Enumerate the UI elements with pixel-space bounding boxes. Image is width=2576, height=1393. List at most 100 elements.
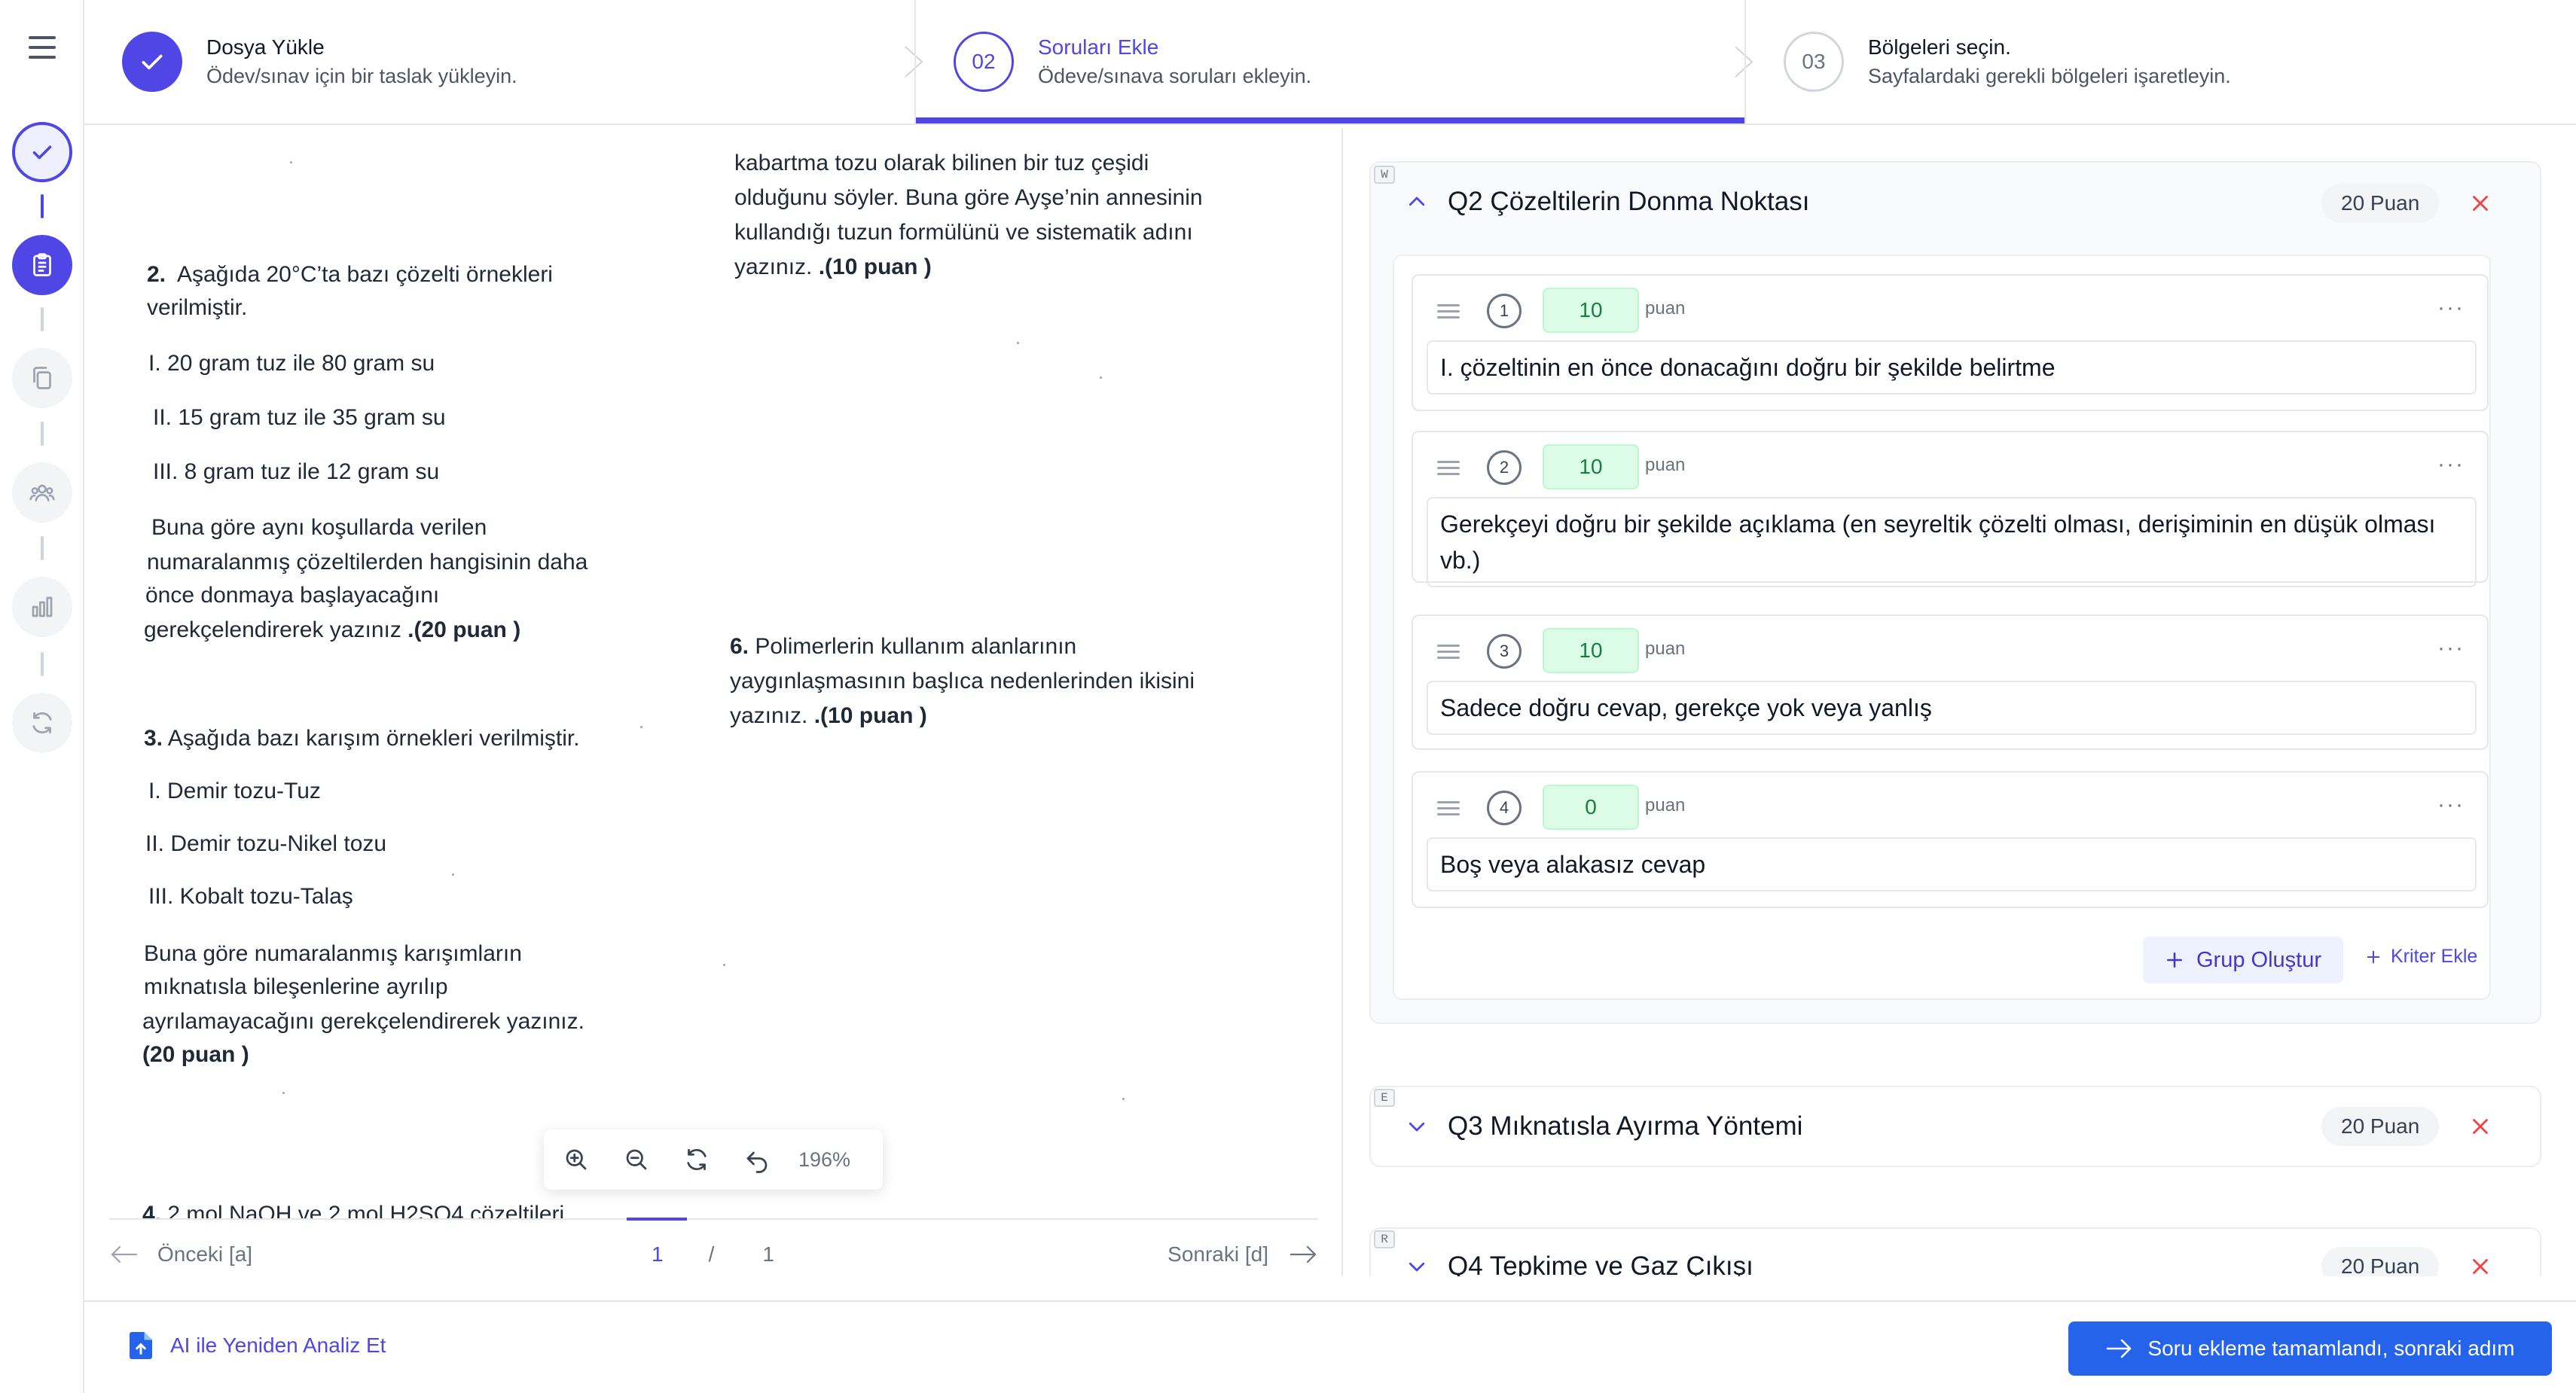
doc-text: olduğunu söyler. Buna göre Ayşe’nin anne…: [734, 185, 1203, 210]
doc-text: yazınız. .(10 puan ): [730, 703, 927, 728]
chevron-up-icon[interactable]: [1406, 191, 1428, 213]
criterion-description-input[interactable]: Boş veya alakasız cevap: [1427, 837, 2477, 892]
plus-icon: [2167, 953, 2182, 968]
zoom-out-button[interactable]: [622, 1145, 651, 1174]
close-icon[interactable]: [2468, 1254, 2493, 1276]
add-criterion-button[interactable]: Kriter Ekle: [2365, 946, 2477, 968]
arrow-right-icon: [2107, 1339, 2132, 1358]
rail-step-students[interactable]: [12, 462, 72, 523]
next-page-button[interactable]: Sonraki [d]: [1167, 1242, 1318, 1267]
criterion-number: 1: [1487, 294, 1521, 328]
step-number: 03: [1784, 32, 1844, 92]
criterion-number: 3: [1487, 634, 1521, 669]
criterion-description-input[interactable]: I. çözeltinin en önce donacağını doğru b…: [1427, 340, 2477, 395]
step-regions[interactable]: 03 Bölgeleri seçin. Sayfalardaki gerekli…: [1744, 0, 2574, 123]
rail-step-sync[interactable]: [12, 693, 72, 753]
drag-handle-icon[interactable]: [1437, 645, 1460, 659]
rail-connector: [41, 194, 44, 218]
score-unit: puan: [1645, 455, 1686, 475]
step-desc: Ödeve/sınava soruları ekleyin.: [1038, 65, 1312, 87]
rail-step-regions[interactable]: [12, 348, 72, 408]
doc-text: II. Demir tozu-Nikel tozu: [145, 831, 387, 856]
criterion-row: 1 10 puan ··· I. çözeltinin en önce dona…: [1412, 274, 2489, 411]
doc-text: kabartma tozu olarak bilinen bir tuz çeş…: [734, 151, 1149, 175]
criterion-score-input[interactable]: 10: [1543, 628, 1639, 673]
more-options-icon[interactable]: ···: [2437, 295, 2465, 321]
criterion-row: 4 0 puan ··· Boş veya alakasız cevap: [1412, 771, 2489, 908]
doc-text: III. Kobalt tozu-Talaş: [148, 884, 353, 909]
drag-handle-icon[interactable]: [1437, 304, 1460, 319]
more-options-icon[interactable]: ···: [2437, 636, 2465, 661]
question-points: 20 Puan: [2321, 184, 2440, 223]
question-tag: E: [1374, 1089, 1395, 1107]
create-group-button[interactable]: Grup Oluştur: [2143, 937, 2343, 983]
drag-handle-icon[interactable]: [1437, 801, 1460, 815]
step-title: Bölgeleri seçin.: [1868, 35, 2011, 59]
pager-divider: [109, 1218, 1318, 1220]
close-icon[interactable]: [2468, 191, 2493, 216]
step-desc: Sayfalardaki gerekli bölgeleri işaretley…: [1868, 65, 2231, 87]
doc-text: 6. Polimerlerin kullanım alanlarının: [730, 634, 1077, 659]
more-options-icon[interactable]: ···: [2437, 452, 2465, 477]
close-icon[interactable]: [2468, 1114, 2493, 1139]
rail-step-upload[interactable]: [12, 122, 72, 182]
score-unit: puan: [1645, 639, 1686, 659]
ai-reanalyze-button[interactable]: AI ile Yeniden Analiz Et: [130, 1332, 386, 1359]
zoom-out-icon: [626, 1149, 647, 1170]
current-page-number[interactable]: 1: [652, 1242, 664, 1267]
doc-text: Buna göre aynı koşullarda verilen: [151, 515, 487, 540]
zoom-in-icon: [566, 1149, 587, 1170]
question-header[interactable]: Q3 Mıknatısla Ayırma Yöntemi: [1406, 1111, 1802, 1142]
next-page-label: Sonraki [d]: [1167, 1242, 1268, 1266]
create-group-label: Grup Oluştur: [2196, 947, 2321, 972]
copy-icon: [33, 367, 51, 389]
scan-speck: [1017, 342, 1019, 344]
doc-text: III. 8 gram tuz ile 12 gram su: [153, 459, 440, 484]
step-questions[interactable]: 02 Soruları Ekle Ödeve/sınava soruları e…: [914, 0, 1753, 123]
page-separator: /: [708, 1242, 715, 1266]
zoom-in-button[interactable]: [562, 1145, 591, 1174]
check-icon: [32, 145, 52, 160]
panel-divider: [1341, 128, 1343, 1276]
rail-connector: [41, 652, 44, 676]
more-options-icon[interactable]: ···: [2437, 792, 2465, 818]
question-title: Q3 Mıknatısla Ayırma Yöntemi: [1448, 1111, 1803, 1141]
criterion-description-input[interactable]: Sadece doğru cevap, gerekçe yok veya yan…: [1427, 681, 2477, 735]
drag-handle-icon[interactable]: [1437, 461, 1460, 475]
active-step-indicator: [916, 117, 1746, 123]
question-header[interactable]: Q2 Çözeltilerin Donma Noktası: [1406, 187, 1809, 217]
question-header[interactable]: Q4 Tepkime ve Gaz Çıkışı: [1406, 1251, 1753, 1276]
chevron-down-icon[interactable]: [1406, 1255, 1428, 1276]
rail-step-results[interactable]: [12, 577, 72, 637]
doc-text: I. 20 gram tuz ile 80 gram su: [148, 351, 435, 376]
doc-text: 3. Aşağıda bazı karışım örnekleri verilm…: [144, 726, 580, 751]
scan-speck: [640, 726, 642, 728]
zoom-level: 196%: [798, 1148, 851, 1171]
step-desc: Ödev/sınav için bir taslak yükleyin.: [206, 65, 517, 87]
menu-icon[interactable]: [29, 36, 56, 59]
criterion-score-input[interactable]: 10: [1543, 288, 1639, 333]
question-points: 20 Puan: [2321, 1107, 2440, 1146]
bar-chart-icon: [32, 596, 53, 617]
arrow-left-icon: [111, 1245, 138, 1263]
undo-button[interactable]: [743, 1145, 771, 1174]
next-step-button[interactable]: Soru ekleme tamamlandı, sonraki adım: [2068, 1321, 2552, 1376]
clipboard-icon: [33, 253, 51, 276]
criterion-score-input[interactable]: 10: [1543, 444, 1639, 489]
question-title: Q4 Tepkime ve Gaz Çıkışı: [1448, 1251, 1753, 1276]
rotate-button[interactable]: [682, 1145, 711, 1174]
doc-text: II. 15 gram tuz ile 35 gram su: [153, 405, 446, 430]
criterion-number: 2: [1487, 450, 1521, 485]
step-title: Soruları Ekle: [1038, 35, 1159, 59]
doc-text: önce donmaya başlayacağını: [145, 583, 440, 608]
scan-speck: [1122, 1098, 1125, 1100]
chevron-down-icon[interactable]: [1406, 1115, 1428, 1138]
criterion-score-input[interactable]: 0: [1543, 785, 1639, 830]
doc-text: ayrılamayacağını gerekçelendirerek yazın…: [142, 1009, 584, 1034]
rail-step-questions[interactable]: [12, 235, 72, 295]
prev-page-button[interactable]: Önceki [a]: [109, 1242, 252, 1267]
document-page[interactable]: 2. Aşağıda 20°C’ta bazı çözelti örnekler…: [109, 128, 1322, 1220]
criterion-description-input[interactable]: Gerekçeyi doğru bir şekilde açıklama (en…: [1427, 497, 2477, 587]
step-upload[interactable]: Dosya Yükle Ödev/sınav için bir taslak y…: [84, 0, 923, 123]
file-upload-icon: [130, 1332, 152, 1359]
